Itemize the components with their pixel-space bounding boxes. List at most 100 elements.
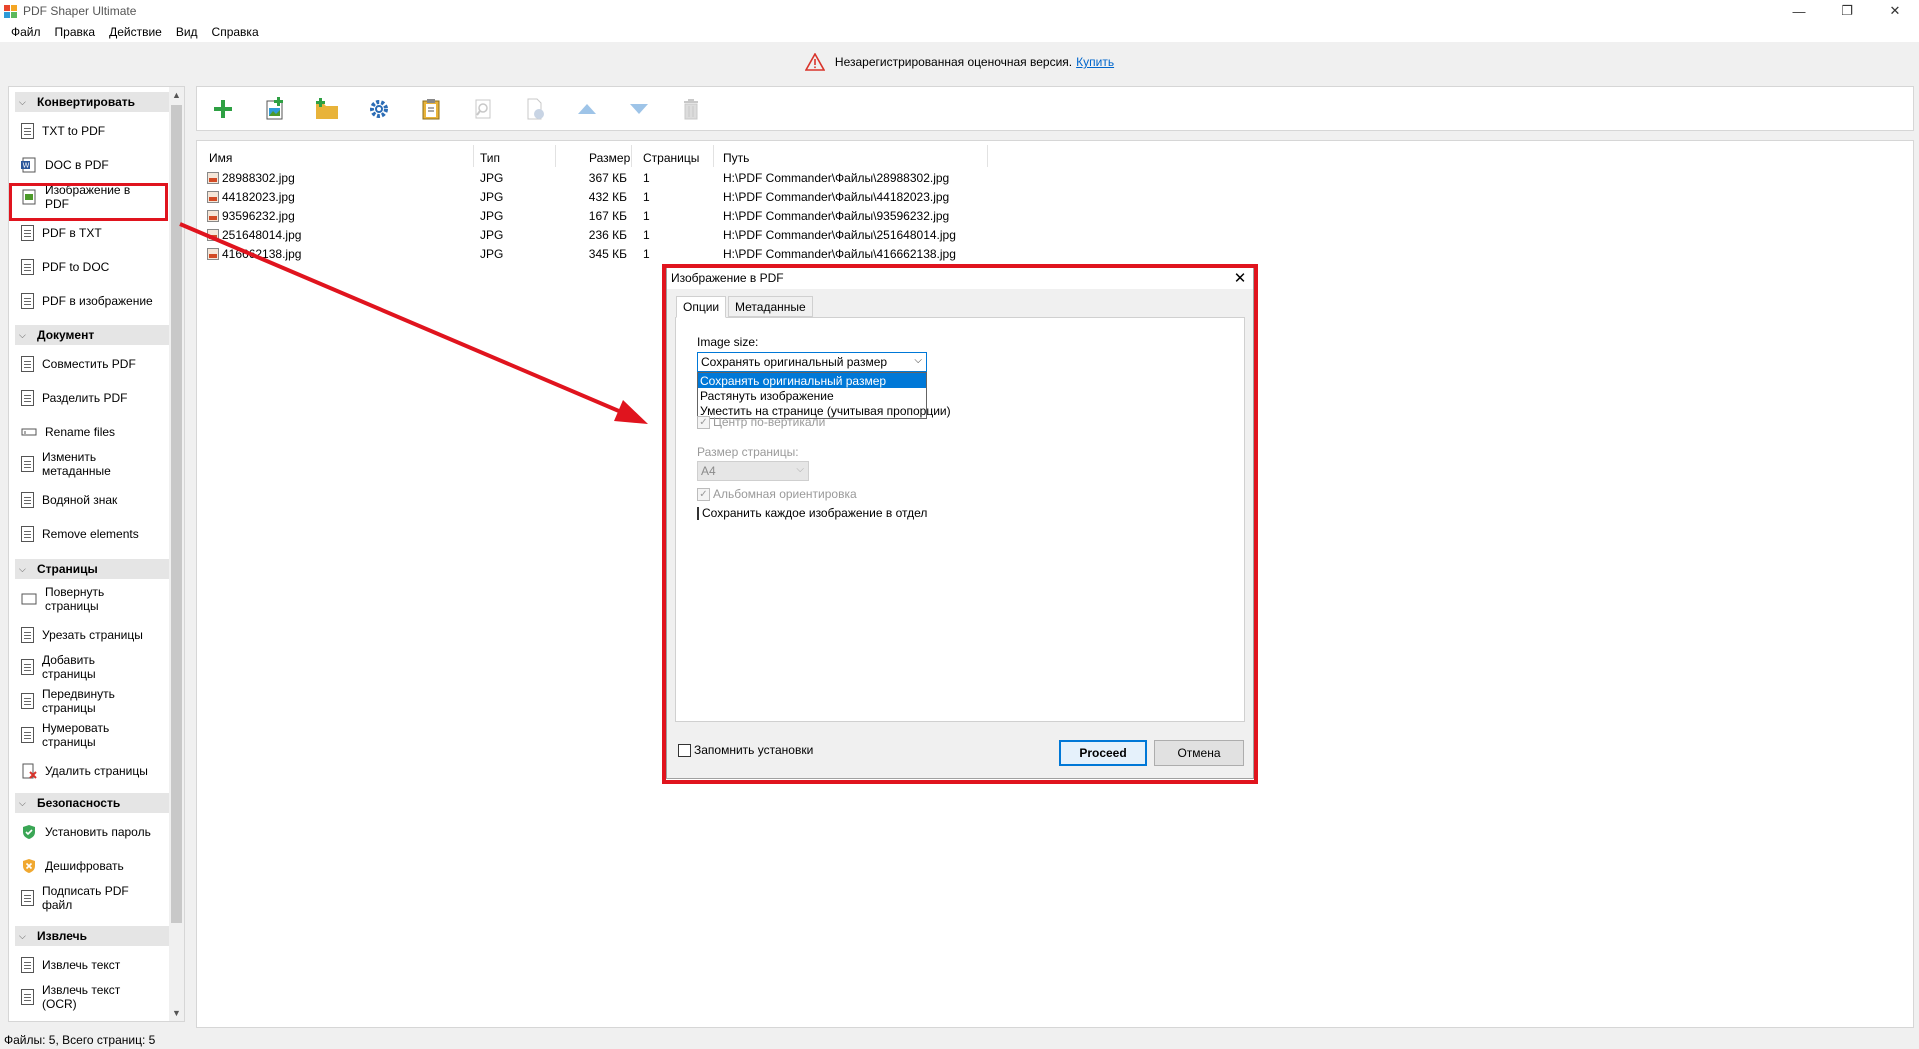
move-up-button[interactable] xyxy=(573,95,601,123)
image-to-pdf-dialog: Изображение в PDF ✕ Опции Метаданные Ima… xyxy=(666,266,1254,779)
add-folder-button[interactable] xyxy=(313,95,341,123)
menu-file[interactable]: Файл xyxy=(4,25,48,39)
number-pages-icon xyxy=(21,727,34,743)
table-row[interactable]: 416662138.jpg JPG 345 КБ 1 H:\PDF Comman… xyxy=(207,245,987,263)
chevron-down-icon: ⌵ xyxy=(19,930,26,941)
sidebar-item-set-password[interactable]: Установить пароль xyxy=(15,824,170,840)
cancel-button[interactable]: Отмена xyxy=(1154,740,1244,766)
column-header-name[interactable]: Имя xyxy=(209,149,232,167)
dialog-title-bar: Изображение в PDF ✕ xyxy=(667,267,1253,289)
paste-button[interactable] xyxy=(417,95,445,123)
check-icon: ✓ xyxy=(697,415,710,429)
scrollbar-thumb[interactable] xyxy=(171,105,182,923)
column-header-type[interactable]: Тип xyxy=(480,149,500,167)
sidebar-item-pdf-to-image[interactable]: PDF в изображение xyxy=(15,293,170,309)
table-row[interactable]: 93596232.jpg JPG 167 КБ 1 H:\PDF Command… xyxy=(207,207,987,225)
image-size-select[interactable]: Сохранять оригинальный размер ⌵ xyxy=(697,352,927,372)
add-files-button[interactable] xyxy=(209,95,237,123)
arrow-down-icon xyxy=(630,104,648,114)
table-row[interactable]: 251648014.jpg JPG 236 КБ 1 H:\PDF Comman… xyxy=(207,226,987,244)
image-file-icon xyxy=(207,172,219,184)
sidebar-scrollbar[interactable]: ▲ ▼ xyxy=(169,87,184,1021)
sign-icon xyxy=(21,890,34,906)
sidebar-item-extract-text[interactable]: Извлечь текст xyxy=(15,957,170,973)
document-icon xyxy=(21,293,34,309)
section-extract[interactable]: ⌵ Извлечь xyxy=(15,926,170,946)
delete-button[interactable] xyxy=(677,95,705,123)
sidebar-item-sign-pdf[interactable]: Подписать PDF файл xyxy=(15,884,140,912)
center-vertical-checkbox[interactable]: ✓ Центр по-вертикали xyxy=(697,415,825,429)
sidebar-item-watermark[interactable]: Водяной знак xyxy=(15,492,170,508)
landscape-checkbox[interactable]: ✓ Альбомная ориентировка xyxy=(697,487,857,501)
section-document[interactable]: ⌵ Документ xyxy=(15,325,170,345)
column-header-size[interactable]: Размер xyxy=(589,149,630,167)
table-row[interactable]: 44182023.jpg JPG 432 КБ 1 H:\PDF Command… xyxy=(207,188,987,206)
section-pages[interactable]: ⌵ Страницы xyxy=(15,559,170,579)
sidebar-item-split-pdf[interactable]: Разделить PDF xyxy=(15,390,170,406)
minimize-button[interactable]: — xyxy=(1775,0,1823,22)
menu-help[interactable]: Справка xyxy=(205,25,266,39)
maximize-button[interactable]: ❐ xyxy=(1823,0,1871,22)
scroll-up-icon[interactable]: ▲ xyxy=(169,87,184,103)
warning-icon xyxy=(804,53,825,71)
sidebar-item-delete-pages[interactable]: Удалить страницы xyxy=(15,763,170,779)
menu-view[interactable]: Вид xyxy=(169,25,205,39)
trash-icon xyxy=(684,99,698,120)
sidebar-highlight-annotation xyxy=(9,183,168,221)
file-info-button[interactable] xyxy=(521,95,549,123)
options-panel: Image size: Сохранять оригинальный разме… xyxy=(675,317,1245,722)
sidebar-item-doc-to-pdf[interactable]: W DOC в PDF xyxy=(15,157,170,173)
page-size-select[interactable]: A4 ⌵ xyxy=(697,461,809,481)
sidebar-item-rename-files[interactable]: Rename files xyxy=(15,424,170,440)
dialog-close-icon[interactable]: ✕ xyxy=(1231,269,1249,287)
plus-icon xyxy=(214,100,232,118)
proceed-button[interactable]: Proceed xyxy=(1059,740,1147,766)
section-convert[interactable]: ⌵ Конвертировать xyxy=(15,92,170,112)
file-info-icon xyxy=(527,98,544,120)
menu-action[interactable]: Действие xyxy=(102,25,169,39)
buy-link[interactable]: Купить xyxy=(1076,55,1114,69)
scroll-down-icon[interactable]: ▼ xyxy=(169,1005,184,1021)
column-header-pages[interactable]: Страницы xyxy=(643,149,699,167)
app-logo-icon xyxy=(4,4,17,18)
close-button[interactable]: ✕ xyxy=(1871,0,1919,22)
extract-text-icon xyxy=(21,957,34,973)
sidebar-item-txt-to-pdf[interactable]: TXT to PDF xyxy=(15,123,170,139)
magnifier-icon xyxy=(475,99,491,119)
settings-button[interactable] xyxy=(365,95,393,123)
watermark-icon xyxy=(21,492,34,508)
sidebar-item-pdf-to-txt[interactable]: PDF в TXT xyxy=(15,225,170,241)
sidebar-item-add-pages[interactable]: Добавить страницы xyxy=(15,653,140,681)
sidebar-item-crop-pages[interactable]: Урезать страницы xyxy=(15,627,170,643)
toolbar xyxy=(196,86,1914,131)
chevron-down-icon: ⌵ xyxy=(19,797,26,808)
add-pages-icon xyxy=(21,659,34,675)
tab-metadata[interactable]: Метаданные xyxy=(728,296,813,317)
sidebar-item-merge-pdf[interactable]: Совместить PDF xyxy=(15,356,170,372)
section-security[interactable]: ⌵ Безопасность xyxy=(15,793,170,813)
document-icon xyxy=(21,259,34,275)
sidebar-item-number-pages[interactable]: Нумеровать страницы xyxy=(15,721,140,749)
tab-options[interactable]: Опции xyxy=(676,296,727,318)
sidebar-item-remove-elements[interactable]: Remove elements xyxy=(15,526,170,542)
dropdown-option[interactable]: Сохранять оригинальный размер xyxy=(698,373,926,388)
menu-edit[interactable]: Правка xyxy=(48,25,103,39)
add-image-button[interactable] xyxy=(261,95,289,123)
remember-settings-checkbox[interactable]: Запомнить установки xyxy=(678,743,813,757)
sidebar-item-extract-text-ocr[interactable]: Извлечь текст (OCR) xyxy=(15,983,140,1011)
shield-check-icon xyxy=(21,824,37,840)
menu-bar: Файл Правка Действие Вид Справка xyxy=(0,22,1919,42)
sidebar-item-move-pages[interactable]: Передвинуть страницы xyxy=(15,687,140,715)
column-header-path[interactable]: Путь xyxy=(723,149,749,167)
add-image-icon xyxy=(266,97,283,120)
dialog-title: Изображение в PDF xyxy=(671,271,784,285)
save-each-image-checkbox[interactable]: Сохранить каждое изображение в отдельный… xyxy=(697,506,927,520)
move-down-button[interactable] xyxy=(625,95,653,123)
sidebar-item-decrypt[interactable]: Дешифровать xyxy=(15,858,170,874)
sidebar-item-edit-metadata[interactable]: Изменить метаданные xyxy=(15,450,140,478)
dropdown-option[interactable]: Растянуть изображение xyxy=(698,388,926,403)
table-row[interactable]: 28988302.jpg JPG 367 КБ 1 H:\PDF Command… xyxy=(207,169,987,187)
preview-button[interactable] xyxy=(469,95,497,123)
sidebar-item-pdf-to-doc[interactable]: PDF to DOC xyxy=(15,259,170,275)
sidebar-item-rotate-pages[interactable]: Повернуть страницы xyxy=(15,585,140,613)
